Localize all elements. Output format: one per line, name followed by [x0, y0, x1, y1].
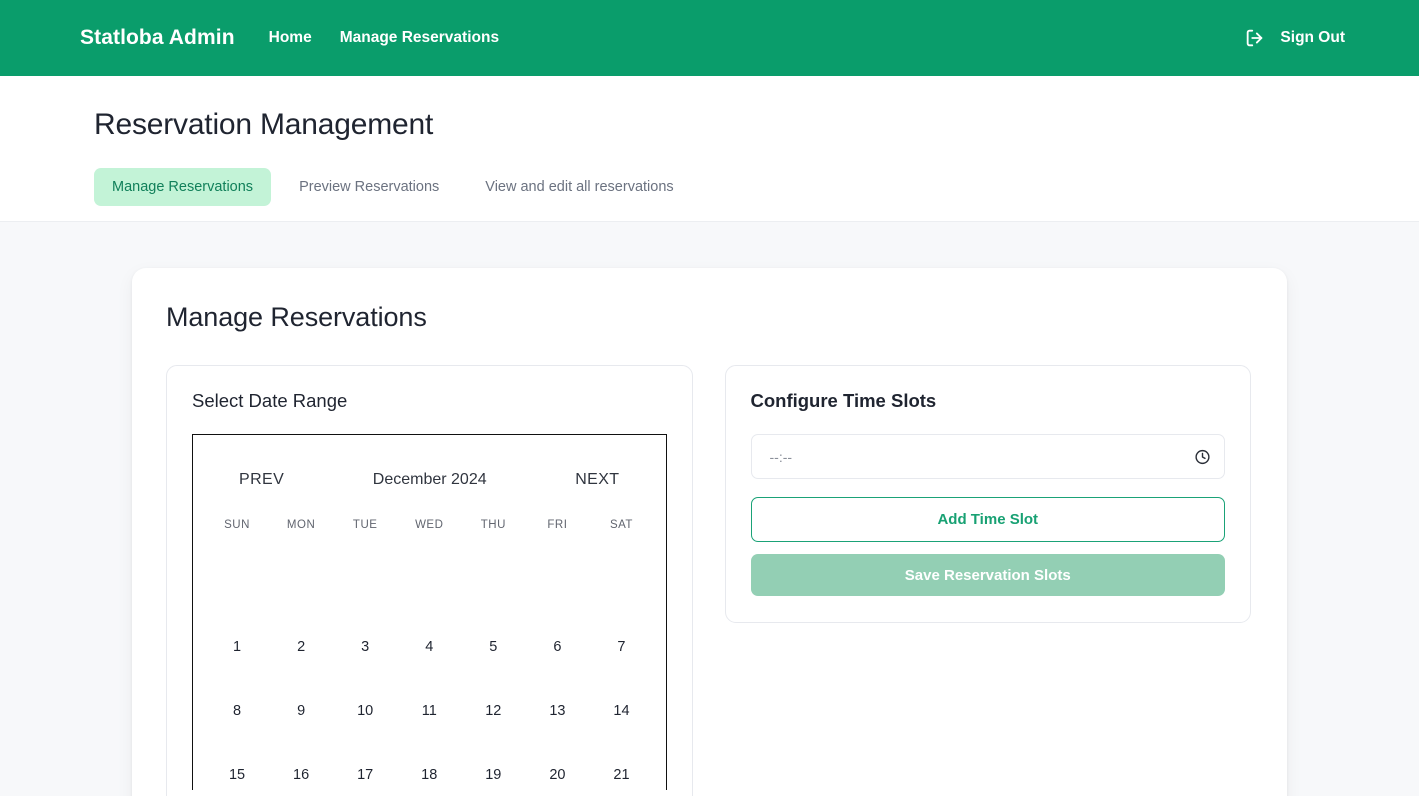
calendar-weekday-fri: FRI [547, 519, 568, 531]
calendar-day-empty [463, 551, 523, 615]
calendar-day-5[interactable]: 5 [463, 615, 523, 679]
manage-reservations-card: Manage Reservations Select Date Range PR… [132, 268, 1287, 796]
calendar-weekday-row: SUN MON TUE WED THU FRI SAT [193, 513, 666, 531]
calendar-day-7[interactable]: 7 [591, 615, 651, 679]
calendar-day-20[interactable]: 20 [527, 743, 587, 790]
calendar-day-3[interactable]: 3 [335, 615, 395, 679]
calendar-prev-button[interactable]: PREV [237, 467, 286, 493]
calendar-day-18[interactable]: 18 [399, 743, 459, 790]
calendar-day-16[interactable]: 16 [271, 743, 331, 790]
nav-link-home[interactable]: Home [269, 29, 312, 47]
calendar-day-grid: 1234567891011121314151617181920212223242… [193, 551, 666, 790]
panels-row: Select Date Range PREV December 2024 NEX… [166, 365, 1251, 796]
calendar-day-8[interactable]: 8 [207, 679, 267, 743]
calendar-day-6[interactable]: 6 [527, 615, 587, 679]
calendar-day-empty [591, 551, 651, 615]
configure-time-slots-panel: Configure Time Slots Add Time Slot Save … [724, 365, 1251, 623]
brand-logo: Statloba Admin [80, 26, 235, 49]
add-time-slot-button[interactable]: Add Time Slot [750, 497, 1225, 542]
card-title: Manage Reservations [166, 302, 427, 332]
date-range-panel-title: Select Date Range [192, 390, 348, 411]
logout-icon [1247, 29, 1263, 47]
calendar: PREV December 2024 NEXT SUN MON TUE WED THU F… [192, 434, 667, 790]
calendar-weekday-mon: MON [286, 519, 316, 531]
tab-bar: Manage Reservations Preview Reservations… [94, 168, 1419, 206]
calendar-day-11[interactable]: 11 [399, 679, 459, 743]
calendar-month-label: December 2024 [372, 471, 487, 488]
calendar-day-2[interactable]: 2 [271, 615, 331, 679]
calendar-day-13[interactable]: 13 [527, 679, 587, 743]
calendar-day-empty [399, 551, 459, 615]
sign-out-button[interactable]: Sign Out [1244, 27, 1391, 49]
calendar-weekday-sat: SAT [609, 519, 633, 531]
calendar-weekday-sun: SUN [224, 519, 250, 531]
sign-out-label: Sign Out [1280, 29, 1345, 46]
calendar-day-15[interactable]: 15 [207, 743, 267, 790]
calendar-day-empty [271, 551, 331, 615]
primary-nav: Home Manage Reservations [269, 29, 499, 47]
calendar-day-10[interactable]: 10 [335, 679, 395, 743]
calendar-weekday-thu: THU [480, 519, 506, 531]
tab-manage-reservations[interactable]: Manage Reservations [94, 168, 272, 206]
calendar-header: PREV December 2024 NEXT [193, 435, 666, 493]
time-input-wrapper [750, 434, 1225, 479]
calendar-day-12[interactable]: 12 [463, 679, 523, 743]
calendar-day-19[interactable]: 19 [463, 743, 523, 790]
calendar-day-empty [207, 551, 267, 615]
calendar-day-empty [527, 551, 587, 615]
time-slots-panel-title: Configure Time Slots [750, 390, 937, 411]
calendar-day-17[interactable]: 17 [335, 743, 395, 790]
page-header: Reservation Management Manage Reservatio… [0, 76, 1419, 222]
nav-link-manage-reservations[interactable]: Manage Reservations [340, 29, 499, 47]
save-reservation-slots-button: Save Reservation Slots [750, 554, 1225, 596]
select-date-range-panel: Select Date Range PREV December 2024 NEX… [166, 365, 693, 796]
tab-preview-reservations[interactable]: Preview Reservations [281, 168, 457, 206]
top-navbar: Statloba Admin Home Manage Reservations … [0, 0, 1419, 76]
calendar-day-21[interactable]: 21 [591, 743, 651, 790]
calendar-day-empty [335, 551, 395, 615]
calendar-day-4[interactable]: 4 [399, 615, 459, 679]
page-title: Reservation Management [94, 108, 434, 141]
calendar-day-9[interactable]: 9 [271, 679, 331, 743]
calendar-day-14[interactable]: 14 [591, 679, 651, 743]
time-input[interactable] [750, 434, 1225, 479]
content-area: Manage Reservations Select Date Range PR… [0, 222, 1419, 796]
tab-view-edit-all-reservations[interactable]: View and edit all reservations [467, 168, 691, 206]
calendar-next-button[interactable]: NEXT [573, 467, 621, 493]
calendar-day-1[interactable]: 1 [207, 615, 267, 679]
calendar-weekday-wed: WED [415, 519, 444, 531]
calendar-weekday-tue: TUE [352, 519, 378, 531]
